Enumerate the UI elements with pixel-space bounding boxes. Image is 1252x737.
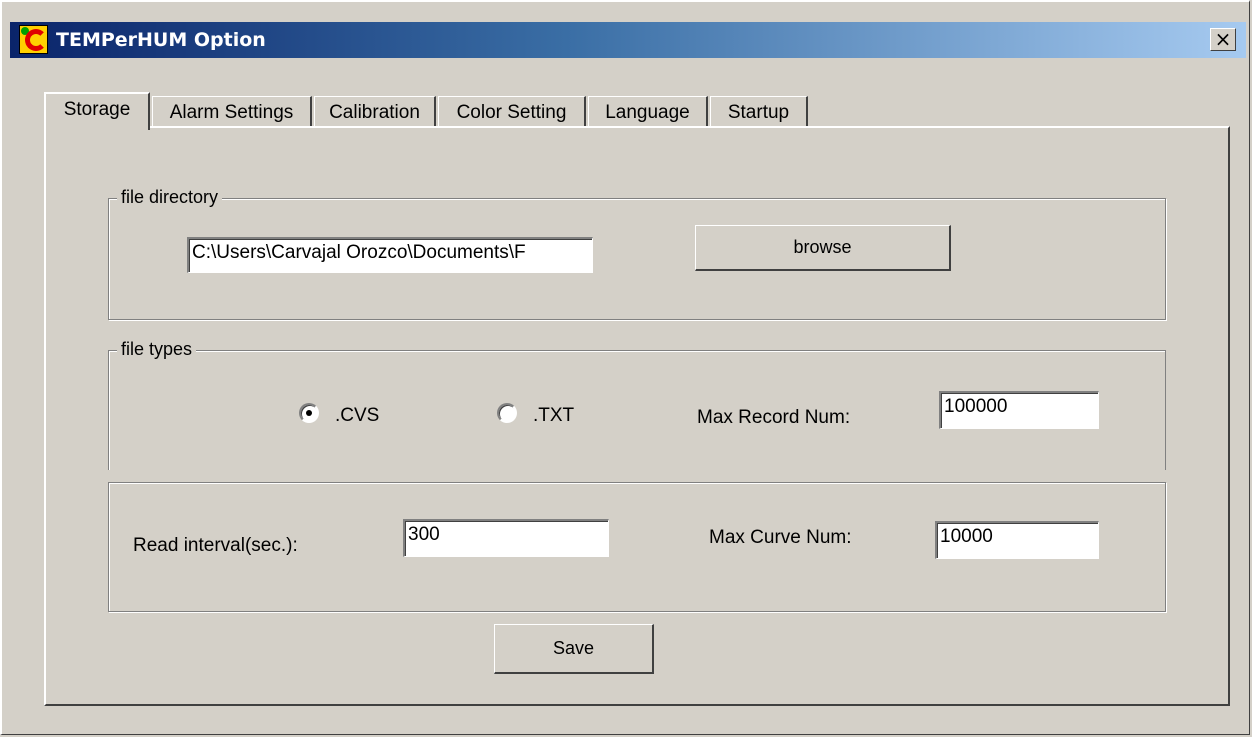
browse-button[interactable]: browse xyxy=(695,225,951,271)
txt-radio-label[interactable]: .TXT xyxy=(533,405,574,427)
storage-tab-panel: file directory C:\Users\Carvajal Orozco\… xyxy=(44,126,1230,706)
max-curve-label: Max Curve Num: xyxy=(709,527,852,548)
tab-label: Storage xyxy=(63,99,131,120)
cvs-radio[interactable] xyxy=(299,403,319,423)
window-title: TEMPerHUM Option xyxy=(56,29,266,51)
max-curve-input[interactable]: 10000 xyxy=(935,521,1099,559)
save-button[interactable]: Save xyxy=(494,624,654,674)
tab-alarm-settings[interactable]: Alarm Settings xyxy=(152,96,312,126)
read-interval-input[interactable]: 300 xyxy=(403,519,609,557)
tab-color-setting[interactable]: Color Setting xyxy=(438,96,586,126)
close-button[interactable]: × xyxy=(1210,28,1236,51)
directory-path-input[interactable]: C:\Users\Carvajal Orozco\Documents\F xyxy=(187,237,593,273)
tab-label: Calibration xyxy=(329,102,420,123)
title-bar[interactable]: TEMPerHUM Option xyxy=(10,22,1246,58)
read-interval-label: Read interval(sec.): xyxy=(133,535,298,556)
file-directory-group: file directory C:\Users\Carvajal Orozco\… xyxy=(108,187,1166,320)
tab-label: Color Setting xyxy=(456,102,567,123)
tab-storage[interactable]: Storage xyxy=(44,92,150,130)
tab-label: Language xyxy=(605,102,690,123)
max-record-input[interactable]: 100000 xyxy=(939,391,1099,429)
tab-language[interactable]: Language xyxy=(588,96,708,126)
file-types-group: file types .CVS .TXT Max Record Num: 100… xyxy=(108,339,1166,470)
tab-label: Startup xyxy=(727,102,790,123)
file-directory-legend: file directory xyxy=(117,187,223,208)
max-record-label: Max Record Num: xyxy=(697,407,851,428)
tab-label: Alarm Settings xyxy=(169,102,294,123)
radio-selected-dot xyxy=(306,410,312,416)
options-window: TEMPerHUM Option × Storage Alarm Setting… xyxy=(0,0,1250,735)
cvs-radio-label[interactable]: .CVS xyxy=(335,405,379,427)
tab-calibration[interactable]: Calibration xyxy=(314,96,436,126)
txt-radio[interactable] xyxy=(497,403,517,423)
interval-group: Read interval(sec.): 300 Max Curve Num: … xyxy=(108,482,1166,612)
file-types-legend: file types xyxy=(117,339,197,360)
tab-startup[interactable]: Startup xyxy=(710,96,808,126)
app-icon xyxy=(19,25,48,54)
